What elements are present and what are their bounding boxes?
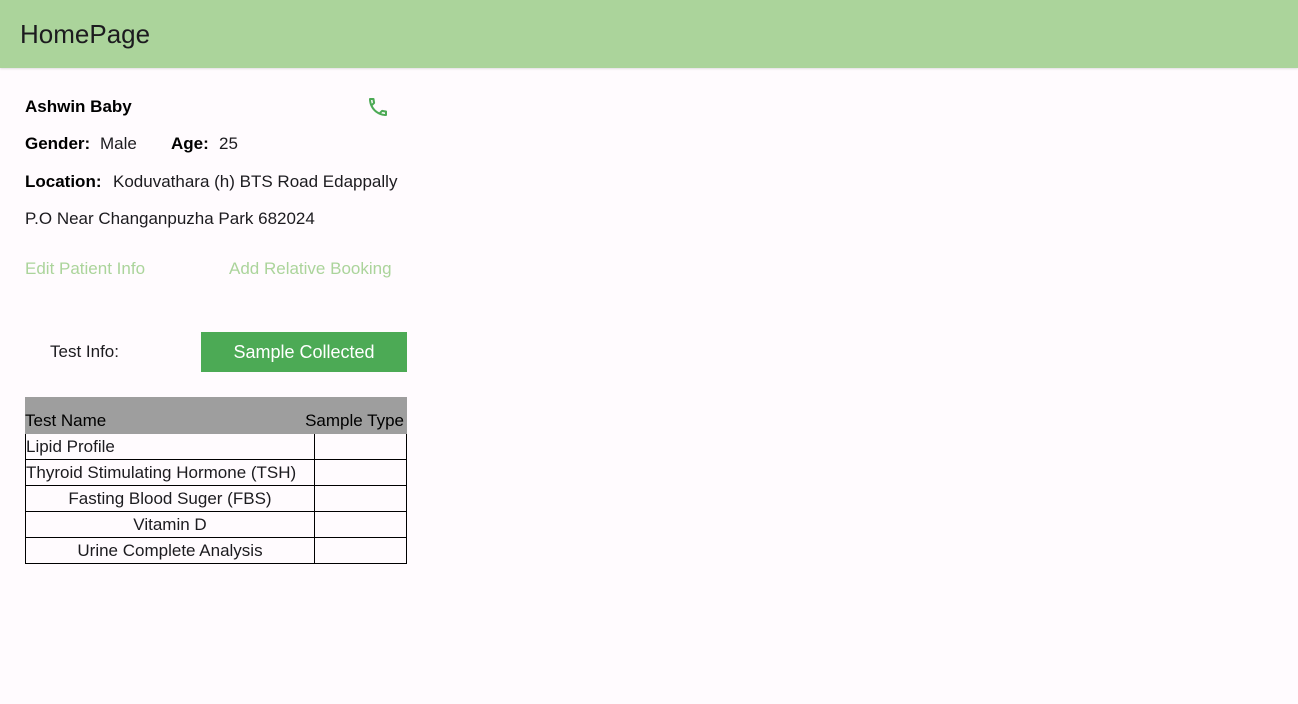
location-line-1: Koduvathara (h) BTS Road Edappally — [113, 172, 398, 191]
test-name-cell: Fasting Blood Suger (FBS) — [26, 486, 315, 511]
test-name-cell: Vitamin D — [26, 512, 315, 537]
sample-collected-button[interactable]: Sample Collected — [201, 332, 407, 372]
sample-type-cell — [315, 512, 406, 537]
table-row: Urine Complete Analysis — [25, 538, 407, 564]
header-test-name: Test Name — [25, 411, 107, 430]
table-row: Vitamin D — [25, 512, 407, 538]
table-row: Fasting Blood Suger (FBS) — [25, 486, 407, 512]
test-info-label: Test Info: — [50, 342, 119, 361]
test-name-cell: Thyroid Stimulating Hormone (TSH) — [26, 460, 315, 485]
age-label: Age: — [171, 134, 209, 153]
sample-type-cell — [315, 434, 406, 459]
sample-type-cell — [315, 486, 406, 511]
location-line-2: P.O Near Changanpuzha Park 682024 — [25, 209, 315, 228]
gender-label: Gender: — [25, 134, 91, 153]
test-name-cell: Urine Complete Analysis — [26, 538, 315, 563]
gender-value: Male — [100, 134, 137, 153]
table-row: Lipid Profile — [25, 434, 407, 460]
location-label: Location: — [25, 172, 102, 191]
tests-table: Test Name Sample Type Lipid Profile Thyr… — [25, 397, 407, 564]
phone-icon[interactable] — [366, 95, 390, 119]
patient-name: Ashwin Baby — [25, 97, 132, 116]
app-bar: HomePage — [0, 0, 1298, 68]
test-name-cell: Lipid Profile — [26, 434, 315, 459]
sample-type-cell — [315, 460, 406, 485]
table-row: Thyroid Stimulating Hormone (TSH) — [25, 460, 407, 486]
header-sample-type: Sample Type — [305, 411, 404, 430]
edit-patient-info-link[interactable]: Edit Patient Info — [25, 258, 145, 280]
page-title: HomePage — [20, 19, 151, 49]
age-value: 25 — [219, 134, 238, 153]
table-header: Test Name Sample Type — [25, 397, 407, 434]
add-relative-booking-link[interactable]: Add Relative Booking — [229, 258, 392, 280]
sample-type-cell — [315, 538, 406, 563]
